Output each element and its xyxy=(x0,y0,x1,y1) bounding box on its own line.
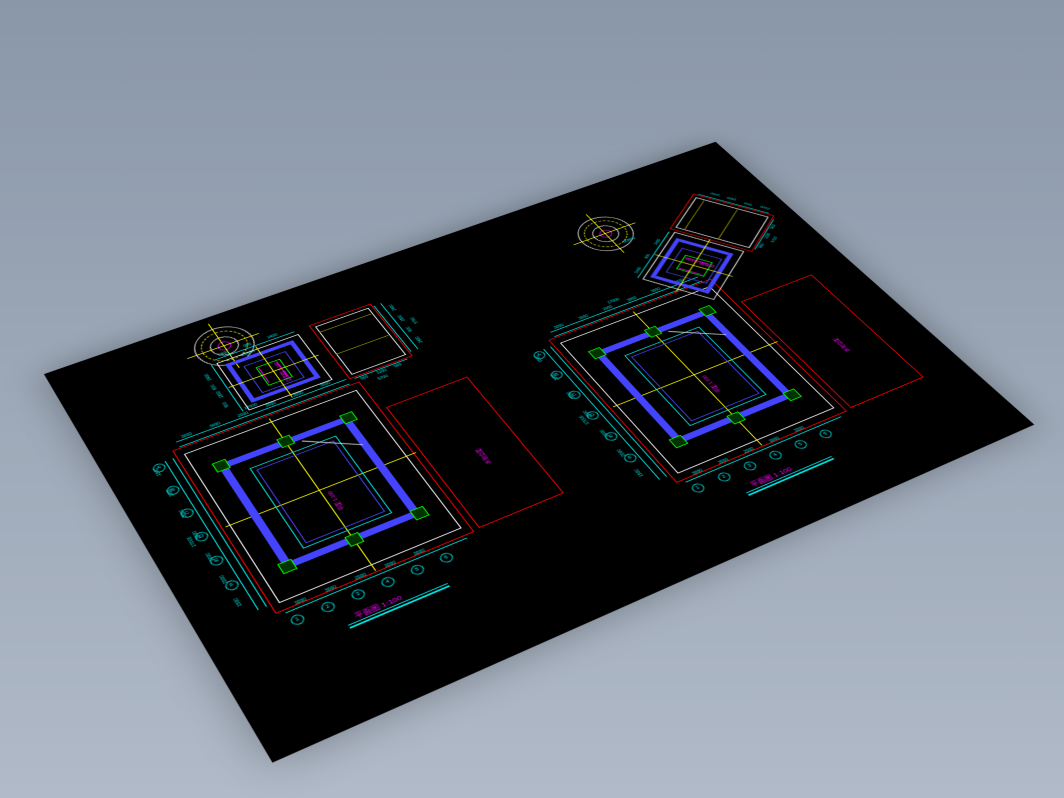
dim: 1500 xyxy=(635,468,646,477)
viewport[interactable]: 平面 1:100 水池立面 3000 3000 2000 3000 3000 3… xyxy=(0,0,1064,798)
grid-bubble: 2 xyxy=(716,471,733,483)
grid-bubble: 5 xyxy=(792,439,809,451)
dim: 900 xyxy=(222,401,230,408)
grid-bubble: 2 xyxy=(319,600,337,614)
dim: 900 xyxy=(406,326,414,332)
dim: 900 xyxy=(394,363,404,369)
dim: 600 xyxy=(211,384,219,390)
dim: 2400 xyxy=(710,191,721,196)
dim: 1800 xyxy=(216,390,225,398)
dim: 2400 xyxy=(389,304,398,311)
dim: 900 xyxy=(771,224,778,229)
grid-bubble: 3 xyxy=(349,588,367,602)
dim: 5700 xyxy=(771,236,779,243)
grid-bubble: 3 xyxy=(741,460,758,472)
dim: 900 xyxy=(759,243,766,248)
drawing-sheet[interactable]: 平面 1:100 水池立面 3000 3000 2000 3000 3000 3… xyxy=(44,142,1034,763)
dim: 900 xyxy=(360,375,370,381)
grid-bubble: 5 xyxy=(409,563,427,576)
grid-bubble: 6 xyxy=(817,428,834,439)
dim: 1500 xyxy=(234,597,244,607)
dim: 1800 xyxy=(727,196,738,201)
grid-bubble: 1 xyxy=(289,613,307,627)
dim: 2400 xyxy=(415,335,424,343)
dim: 5700 xyxy=(377,375,389,382)
dim: 900 xyxy=(744,201,753,205)
grid-bubble: 1 xyxy=(689,482,707,494)
title-underline xyxy=(746,456,832,493)
dim: 2400 xyxy=(205,373,214,381)
dim: 1800 xyxy=(398,314,407,321)
grid-bubble: A xyxy=(151,462,167,474)
grid-bubble: 6 xyxy=(438,551,456,564)
dim: 17000 xyxy=(607,298,621,305)
dim: 2400 xyxy=(760,205,771,210)
grid-bubble: B xyxy=(165,484,182,496)
grid-bubble: 4 xyxy=(767,449,784,461)
grid-bubble: 4 xyxy=(379,575,397,588)
dim: 5700 xyxy=(411,316,420,323)
